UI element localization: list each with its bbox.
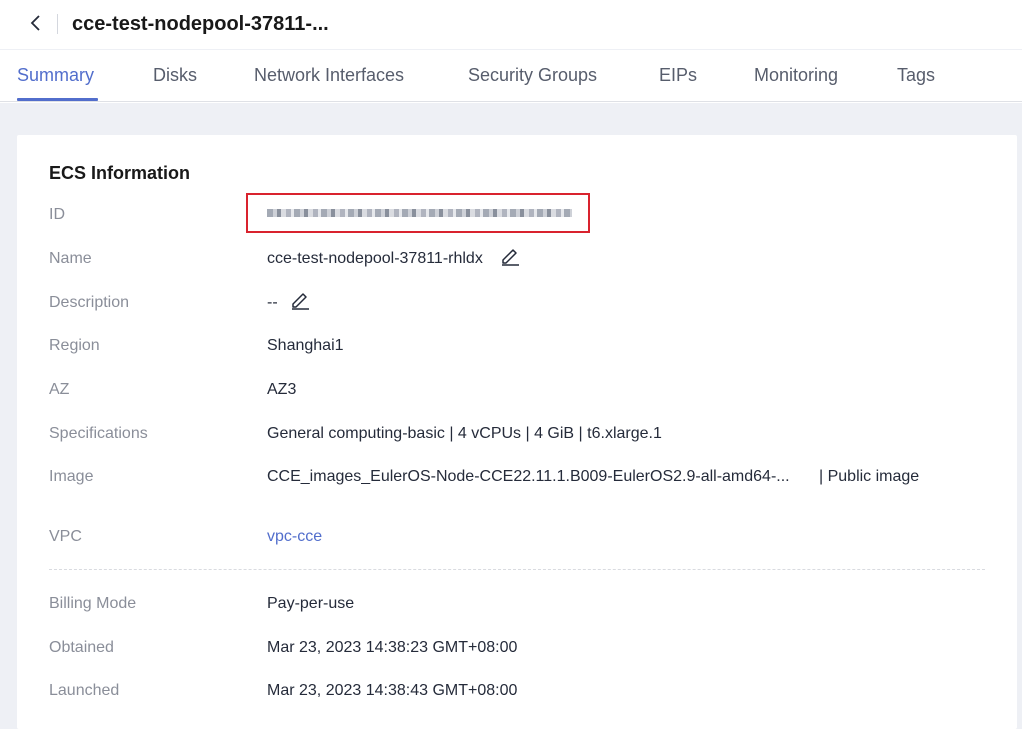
page-title: cce-test-nodepool-37811-...: [72, 13, 329, 35]
back-arrow-icon[interactable]: [24, 10, 48, 36]
id-label: ID: [49, 206, 65, 223]
tab-security-groups[interactable]: Security Groups: [468, 64, 597, 86]
description-value: --: [267, 294, 278, 311]
billing-mode-value: Pay-per-use: [267, 595, 355, 612]
tab-monitoring[interactable]: Monitoring: [754, 64, 838, 86]
id-value-redacted: [267, 209, 572, 217]
vpc-link[interactable]: vpc-cce: [267, 527, 322, 547]
region-label: Region: [49, 337, 100, 354]
tab-summary[interactable]: Summary: [17, 64, 94, 86]
tab-eips[interactable]: EIPs: [659, 64, 697, 86]
obtained-label: Obtained: [49, 639, 114, 656]
image-type: | Public image: [819, 468, 920, 485]
specifications-value: General computing-basic | 4 vCPUs | 4 Gi…: [267, 425, 662, 442]
specifications-label: Specifications: [49, 425, 148, 442]
edit-description-icon[interactable]: [289, 288, 311, 310]
edit-name-icon[interactable]: [499, 244, 521, 266]
tab-network-interfaces[interactable]: Network Interfaces: [254, 64, 404, 86]
id-highlight-box: [246, 193, 590, 233]
name-label: Name: [49, 250, 92, 267]
vpc-label: VPC: [49, 528, 82, 545]
tab-bar: Summary Disks Network Interfaces Securit…: [0, 50, 1022, 102]
tab-disks[interactable]: Disks: [153, 64, 197, 86]
tab-tags[interactable]: Tags: [897, 64, 935, 86]
section-title: ECS Information: [49, 163, 191, 183]
image-value: CCE_images_EulerOS-Node-CCE22.11.1.B009-…: [267, 468, 790, 485]
section-divider: [49, 569, 985, 570]
launched-value: Mar 23, 2023 14:38:43 GMT+08:00: [267, 682, 518, 699]
page-header: cce-test-nodepool-37811-...: [0, 0, 1022, 50]
description-label: Description: [49, 294, 130, 311]
launched-label: Launched: [49, 682, 120, 699]
image-label: Image: [49, 468, 94, 485]
header-divider: [57, 14, 58, 34]
name-value: cce-test-nodepool-37811-rhldx: [267, 250, 483, 267]
az-value: AZ3: [267, 381, 297, 398]
az-label: AZ: [49, 381, 70, 398]
billing-mode-label: Billing Mode: [49, 595, 137, 612]
obtained-value: Mar 23, 2023 14:38:23 GMT+08:00: [267, 639, 518, 656]
active-tab-indicator: [17, 98, 98, 101]
region-value: Shanghai1: [267, 337, 344, 354]
